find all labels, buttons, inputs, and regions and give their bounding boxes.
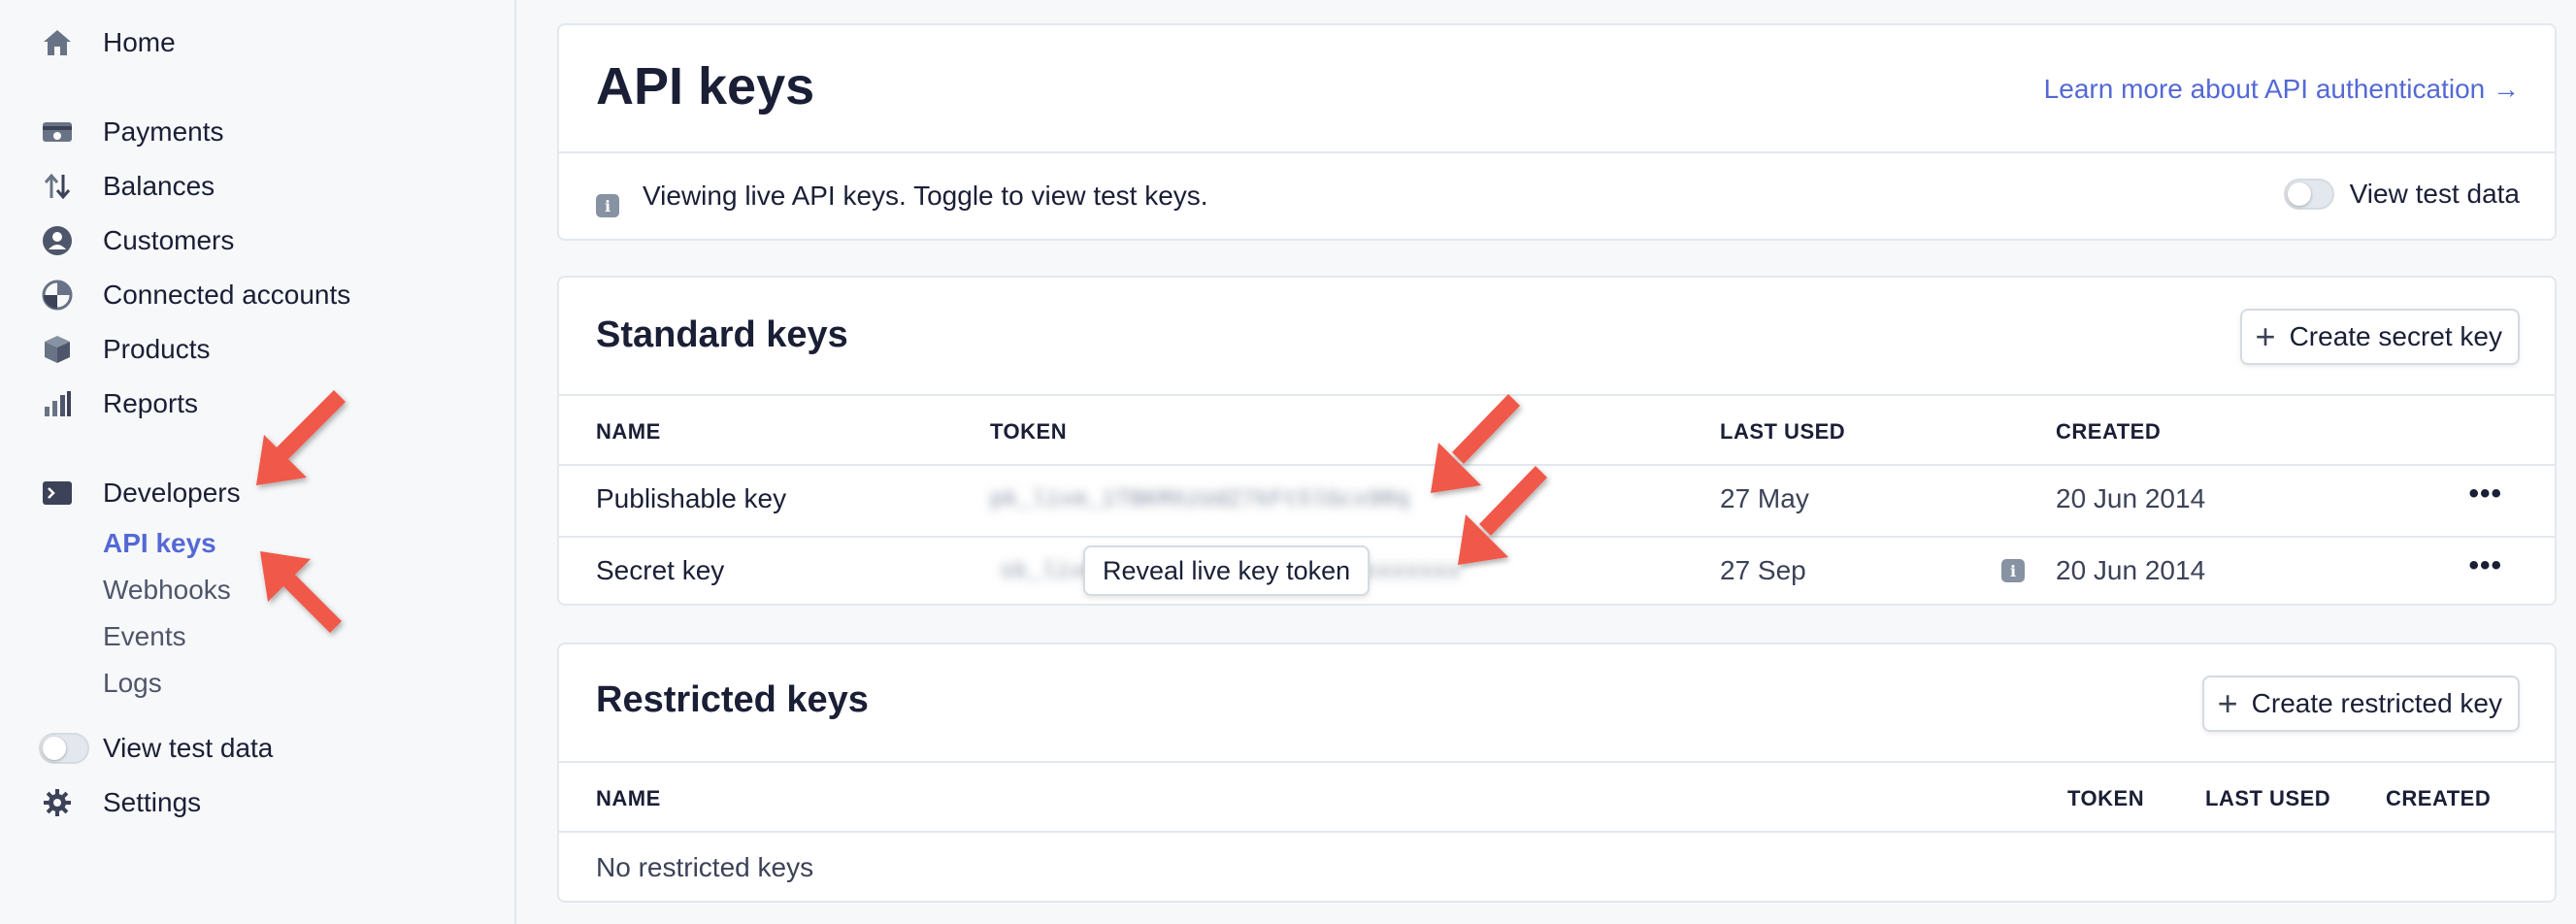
sidebar: Home Payments Balances Customers Connect…: [0, 0, 516, 924]
learn-more-link[interactable]: Learn more about API authentication →: [2044, 74, 2520, 105]
key-name-publishable: Publishable key: [596, 483, 787, 513]
column-header-last-used: LAST USED: [2205, 786, 2331, 810]
sidebar-item-developers[interactable]: Developers: [39, 469, 241, 517]
standard-keys-title: Standard keys: [596, 314, 848, 355]
sidebar-item-label: Connected accounts: [103, 280, 351, 310]
sidebar-item-label: Payments: [103, 116, 224, 147]
key-last-used: 27 Sep: [1720, 555, 1806, 585]
sidebar-item-customers[interactable]: Customers: [39, 216, 234, 265]
reveal-live-key-button[interactable]: Reveal live key token: [1083, 545, 1371, 596]
info-icon[interactable]: i: [2001, 559, 2025, 582]
info-icon: i: [596, 194, 619, 217]
terminal-icon: [39, 475, 76, 512]
more-actions-icon[interactable]: •••: [2468, 549, 2502, 582]
column-header-created: CREATED: [2386, 786, 2492, 810]
reports-icon: [39, 385, 76, 422]
column-header-token: TOKEN: [2067, 786, 2145, 810]
key-name-secret: Secret key: [596, 555, 725, 585]
key-last-used: 27 May: [1720, 483, 1809, 513]
key-token-publishable[interactable]: pk_live_1TBKMXzUdZ7kFt5lGcx9Rq: [990, 487, 1409, 513]
plus-icon: +: [2255, 316, 2276, 356]
customers-icon: [39, 222, 76, 259]
header-view-test-data[interactable]: View test data: [2283, 179, 2520, 210]
payments-icon: [39, 114, 76, 150]
column-header-name: NAME: [596, 419, 661, 444]
header-test-data-toggle[interactable]: [2283, 179, 2334, 210]
sidebar-item-balances[interactable]: Balances: [39, 162, 215, 211]
sidebar-item-products[interactable]: Products: [39, 325, 211, 374]
sidebar-item-home[interactable]: Home: [39, 18, 176, 67]
balances-icon: [39, 168, 76, 205]
connected-accounts-icon: [39, 277, 76, 314]
page-title: API keys: [596, 57, 815, 116]
plus-icon: +: [2217, 683, 2238, 723]
sidebar-item-connected-accounts[interactable]: Connected accounts: [39, 271, 350, 319]
live-keys-notice: Viewing live API keys. Toggle to view te…: [643, 181, 1208, 211]
sidebar-item-label: Balances: [103, 171, 215, 201]
column-header-token: TOKEN: [990, 419, 1068, 444]
sidebar-item-label: Customers: [103, 225, 235, 255]
sidebar-item-label: View test data: [103, 733, 274, 763]
sidebar-item-events[interactable]: Events: [103, 615, 186, 658]
restricted-keys-card: Restricted keys + Create restricted key …: [557, 643, 2557, 903]
sidebar-item-api-keys[interactable]: API keys: [103, 522, 216, 565]
sidebar-item-logs[interactable]: Logs: [103, 662, 162, 705]
sidebar-item-label: Products: [103, 334, 211, 364]
sidebar-item-webhooks[interactable]: Webhooks: [103, 569, 231, 611]
sidebar-item-settings[interactable]: Settings: [39, 778, 201, 827]
create-secret-key-button[interactable]: + Create secret key: [2239, 309, 2520, 365]
sidebar-item-label: Settings: [103, 787, 202, 817]
sidebar-view-test-data[interactable]: View test data: [39, 724, 273, 773]
sidebar-item-payments[interactable]: Payments: [39, 108, 224, 156]
products-icon: [39, 331, 76, 368]
column-header-last-used: LAST USED: [1720, 419, 1846, 444]
standard-keys-card: Standard keys + Create secret key NAME T…: [557, 276, 2557, 606]
home-icon: [39, 24, 76, 61]
sidebar-item-label: Home: [103, 27, 176, 57]
key-created: 20 Jun 2014: [2056, 483, 2206, 513]
gear-icon: [39, 784, 76, 821]
sidebar-item-label: Developers: [103, 478, 241, 508]
column-header-created: CREATED: [2056, 419, 2162, 444]
sidebar-item-reports[interactable]: Reports: [39, 380, 198, 428]
test-data-toggle[interactable]: [39, 733, 89, 764]
restricted-keys-title: Restricted keys: [596, 679, 869, 720]
key-created: 20 Jun 2014: [2056, 555, 2206, 585]
more-actions-icon[interactable]: •••: [2468, 478, 2502, 511]
sidebar-item-label: Reports: [103, 388, 199, 418]
view-test-data-label: View test data: [2349, 179, 2520, 209]
empty-state: No restricted keys: [596, 852, 814, 882]
api-keys-header-card: API keys Learn more about API authentica…: [557, 23, 2557, 241]
create-restricted-key-button[interactable]: + Create restricted key: [2201, 676, 2520, 732]
column-header-name: NAME: [596, 786, 661, 810]
